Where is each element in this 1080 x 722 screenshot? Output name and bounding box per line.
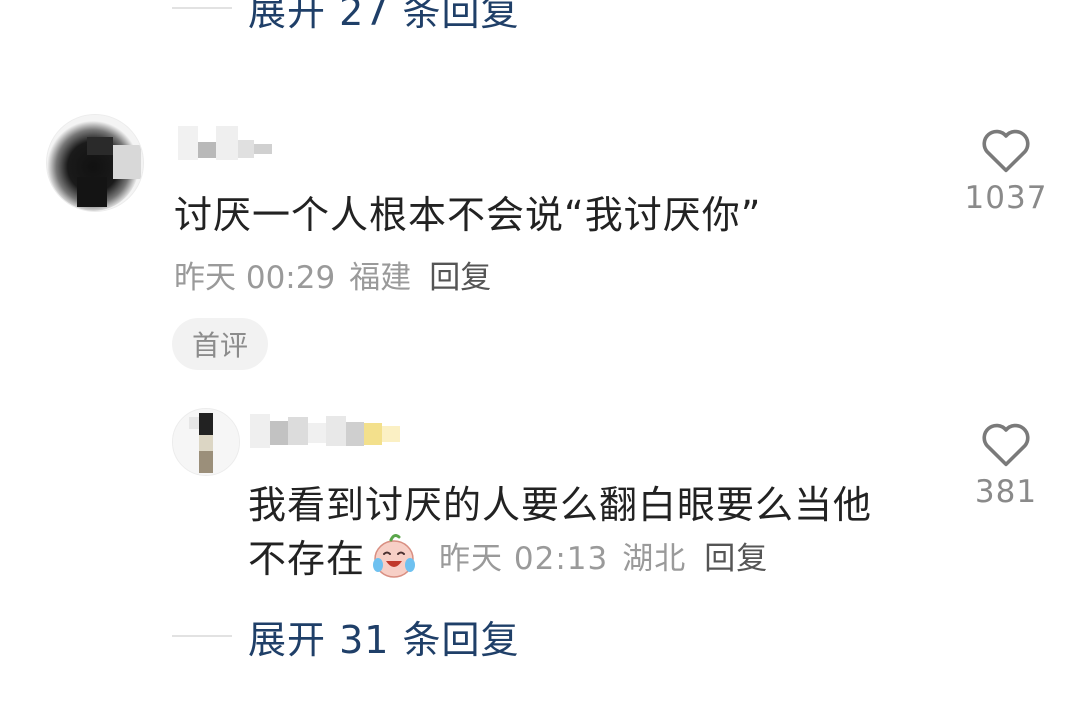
reply-button[interactable]: 回复 [429,252,491,297]
reply-text-line-1: 我看到讨厌的人要么翻白眼要么当他 [248,483,873,527]
reply-avatar[interactable] [172,408,240,476]
divider-line [172,635,232,637]
reply-time: 昨天 02:13 [439,541,609,577]
reply-meta: 昨天 02:13 湖北 回复 [439,533,768,578]
avatar[interactable] [46,114,144,212]
avatar-image [173,409,239,475]
expand-replies-label: 展开 31 条回复 [248,617,520,662]
divider-line [172,7,232,9]
comment-time: 昨天 00:29 [174,260,336,296]
reply-username-mosaic[interactable] [250,414,400,448]
expand-replies-label: 展开 27 条回复 [248,0,520,34]
comment-text: 讨厌一个人根本不会说“我讨厌你” [174,193,762,237]
reply-location: 湖北 [622,541,687,577]
reply-text-line-2-row: 不存在 昨天 02:13 湖北 回复 [248,528,768,583]
comment-meta: 昨天 00:29 福建 回复 [174,252,491,297]
reply-like-count: 381 [974,474,1038,510]
reply-reply-button[interactable]: 回复 [704,533,768,578]
reply-like-button[interactable]: 381 [966,418,1046,510]
like-count: 1037 [964,180,1048,216]
expand-replies-bottom[interactable]: 展开 31 条回复 [172,606,520,666]
username-mosaic[interactable] [178,126,272,160]
crying-laughing-emoji-icon [373,533,416,578]
reply-text-line-2: 不存在 [248,537,366,581]
avatar-image [47,115,143,211]
expand-replies-top[interactable]: 展开 27 条回复 [172,0,520,38]
comment-location: 福建 [349,260,412,296]
like-button[interactable]: 1037 [964,124,1048,216]
heart-icon [982,129,1030,173]
first-comment-badge: 首评 [172,318,269,370]
heart-icon [982,423,1030,467]
